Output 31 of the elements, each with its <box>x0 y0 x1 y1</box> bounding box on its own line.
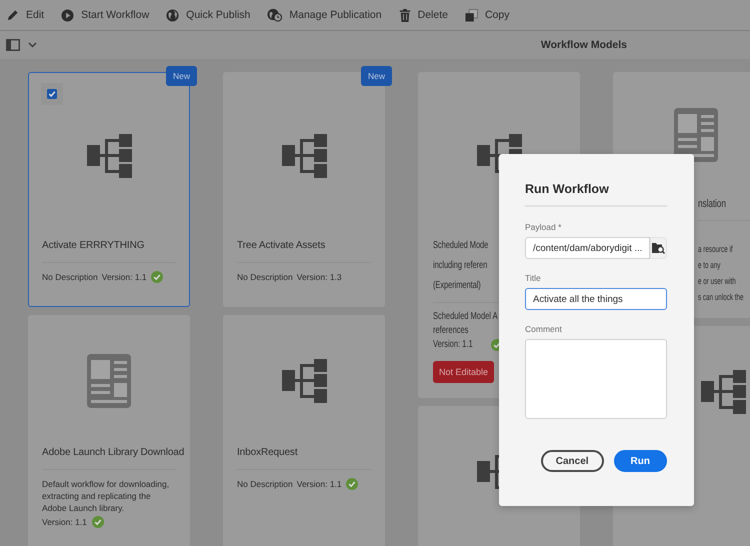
card-description: e to any <box>698 259 720 271</box>
version-label: Version: 1.3 <box>296 271 342 283</box>
card-description: No Description <box>237 478 293 490</box>
version-label: Version: 1.1 <box>296 478 342 490</box>
page-title: Workflow Models <box>540 39 627 51</box>
new-badge: New <box>166 66 197 86</box>
version-label: Version: 1.1 <box>433 339 473 351</box>
card-description: Scheduled Model A <box>433 311 498 323</box>
card-description: Default workflow for downloading, extracting and replicating the Adobe Launch library. <box>42 478 170 514</box>
card-title: Activate ERRRYTHING <box>42 239 144 253</box>
field-label: Payload * <box>525 222 562 232</box>
card-title: InboxRequest <box>237 446 298 460</box>
version-label: Version: 1.1 <box>42 516 87 528</box>
card-description: references <box>433 325 468 337</box>
card-title: (Experimental) <box>433 279 481 293</box>
card-description: No Description <box>237 271 293 283</box>
card-description: s can unlock the <box>698 291 744 303</box>
dialog-title: Run Workflow <box>525 182 610 196</box>
new-badge: New <box>360 66 392 86</box>
card-title: Tree Activate Assets <box>237 239 326 253</box>
status-badge: Not Editable <box>433 361 494 383</box>
card-description: No Description <box>42 271 98 283</box>
version-label: Version: 1.1 <box>102 271 147 283</box>
card-title: Adobe Launch Library Download <box>42 446 184 460</box>
card-title: Scheduled Mode <box>433 239 488 253</box>
field-label: Comment <box>525 324 562 334</box>
card-title: including referen <box>433 259 488 273</box>
card-title: nslation <box>698 197 726 211</box>
field-label: Title <box>525 273 541 283</box>
card-description: e or user with <box>698 275 736 287</box>
card-description: a resource if <box>698 243 733 255</box>
